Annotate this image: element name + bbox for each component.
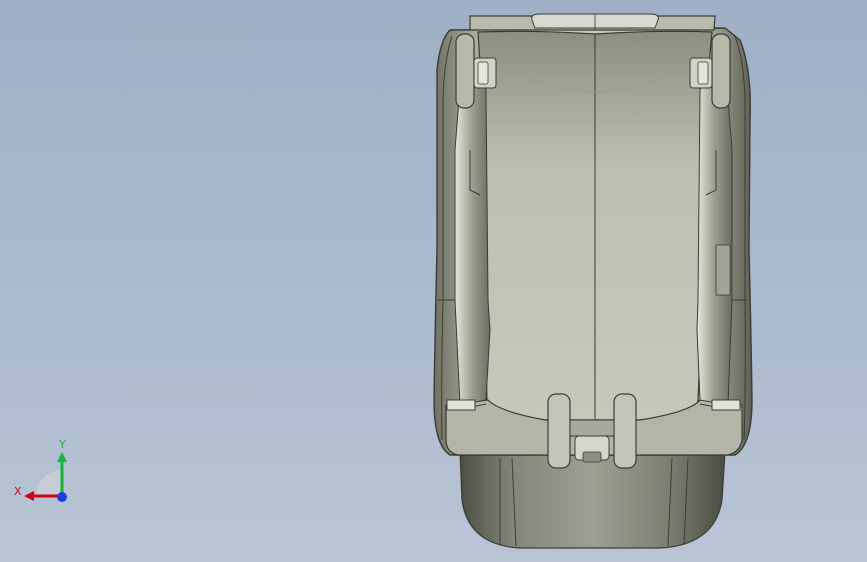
graphics-viewport[interactable]: Y X xyxy=(0,0,867,562)
cad-model[interactable] xyxy=(0,0,867,562)
x-axis-label: X xyxy=(14,485,22,498)
seat-surface xyxy=(477,30,713,421)
base-tub xyxy=(459,451,726,549)
x-axis-arrowhead xyxy=(24,491,34,501)
carry-handle xyxy=(469,13,716,31)
y-axis-label: Y xyxy=(59,438,66,451)
axis-triad: Y X xyxy=(14,438,74,506)
z-axis-dot xyxy=(57,492,67,502)
y-axis-arrowhead xyxy=(57,452,67,462)
triad-plane-icon xyxy=(36,470,62,496)
